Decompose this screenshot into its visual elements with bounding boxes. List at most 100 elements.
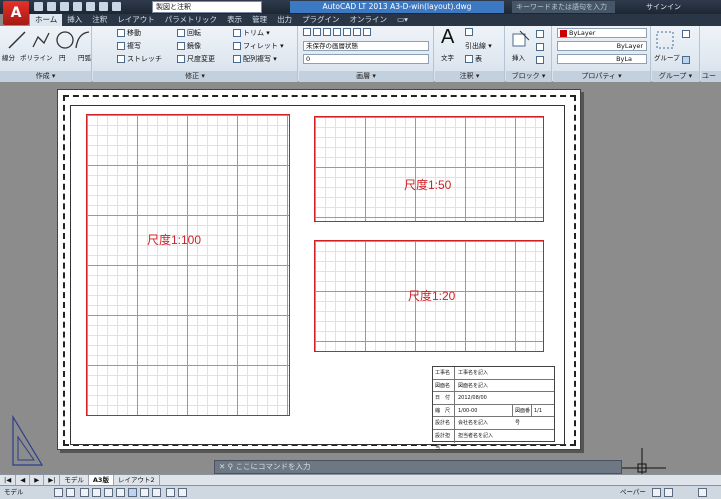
- group-select-icon[interactable]: [682, 56, 690, 64]
- dynamic-input-button[interactable]: [128, 488, 137, 497]
- dimension-button[interactable]: [465, 28, 475, 36]
- nav-first[interactable]: |◀: [0, 475, 17, 485]
- quick-properties-button[interactable]: [152, 488, 161, 497]
- viewport-1[interactable]: [86, 114, 290, 416]
- polyline-icon[interactable]: [30, 29, 52, 51]
- grid-display-button[interactable]: [66, 488, 75, 497]
- panel-title-modify[interactable]: 修正 ▾: [93, 71, 297, 82]
- new-icon[interactable]: [34, 2, 43, 11]
- tab-online[interactable]: オンライン: [345, 14, 393, 26]
- tab-parametric[interactable]: パラメトリック: [160, 14, 222, 26]
- arc-label: 円弧: [78, 54, 91, 62]
- table-button[interactable]: 表: [465, 54, 482, 64]
- undo-icon[interactable]: [99, 2, 108, 11]
- rotate-icon: [177, 29, 185, 37]
- search-icon[interactable]: ⚲: [228, 462, 236, 471]
- quick-view-drawings-button[interactable]: [664, 488, 673, 497]
- viewport-2[interactable]: [314, 116, 544, 222]
- polar-tracking-button[interactable]: [92, 488, 101, 497]
- workspace-settings-button[interactable]: [698, 488, 707, 497]
- ribbon-tabs: ホーム 挿入 注釈 レイアウト パラメトリック 表示 管理 出力 プラグイン オ…: [30, 14, 721, 26]
- tab-insert[interactable]: 挿入: [62, 14, 87, 26]
- copy-button[interactable]: 複写: [117, 41, 141, 51]
- group-icon[interactable]: [654, 29, 676, 51]
- edit-block-icon[interactable]: [536, 43, 544, 51]
- snap-mode-button[interactable]: [54, 488, 63, 497]
- layer-icon-2[interactable]: [313, 28, 321, 36]
- tab-output[interactable]: 出力: [272, 14, 297, 26]
- tab-view[interactable]: 表示: [222, 14, 247, 26]
- text-icon[interactable]: A: [441, 26, 454, 49]
- layer-icon-7[interactable]: [363, 28, 371, 36]
- command-input[interactable]: ここにコマンドを入力: [236, 462, 311, 471]
- paper-space-toggle[interactable]: ペーパー: [620, 486, 646, 499]
- create-block-icon[interactable]: [536, 30, 544, 38]
- close-icon[interactable]: ✕: [219, 462, 228, 471]
- command-line[interactable]: ✕ ⚲ ここにコマンドを入力: [214, 460, 622, 474]
- layer-icon-3[interactable]: [323, 28, 331, 36]
- lineweight-button[interactable]: [140, 488, 149, 497]
- panel-title-draw[interactable]: 作成 ▾: [0, 71, 91, 82]
- app-logo-button[interactable]: A: [3, 1, 29, 25]
- ortho-mode-button[interactable]: [80, 488, 89, 497]
- panel-title-block[interactable]: ブロック ▾: [506, 71, 551, 82]
- tab-plugins[interactable]: プラグイン: [297, 14, 345, 26]
- trim-icon: [233, 29, 241, 37]
- panel-title-groups[interactable]: グループ ▾: [652, 71, 699, 82]
- mirror-button[interactable]: 鏡像: [177, 41, 201, 51]
- linetype-dropdown[interactable]: ByLayer: [557, 41, 647, 51]
- tab-manage[interactable]: 管理: [247, 14, 272, 26]
- nav-last[interactable]: ▶|: [44, 475, 61, 485]
- layer-icon-4[interactable]: [333, 28, 341, 36]
- layer-state-dropdown[interactable]: 未保存の画層状態: [303, 41, 429, 51]
- leader-button[interactable]: 引出線 ▾: [465, 41, 492, 51]
- selection-cycling-button[interactable]: [166, 488, 175, 497]
- tab-home[interactable]: ホーム: [30, 14, 63, 26]
- tab-annotate[interactable]: 注釈: [87, 14, 112, 26]
- panel-title-layers[interactable]: 画層 ▾: [299, 71, 433, 82]
- quick-view-layouts-button[interactable]: [652, 488, 661, 497]
- layer-properties-icon[interactable]: [303, 28, 311, 36]
- tab-layout[interactable]: レイアウト: [112, 14, 160, 26]
- rotate-button[interactable]: 回転: [177, 28, 201, 38]
- panel-title-utilities[interactable]: ユーテ: [701, 71, 721, 91]
- current-layer-dropdown[interactable]: 0: [303, 54, 429, 64]
- tab-model[interactable]: モデル: [60, 475, 89, 485]
- color-dropdown[interactable]: ByLayer: [557, 28, 647, 38]
- search-input[interactable]: キーワードまたは語句を入力: [512, 1, 615, 13]
- panel-title-properties[interactable]: プロパティ ▾: [553, 71, 650, 82]
- array-button[interactable]: 配列複写 ▾: [233, 54, 277, 64]
- stretch-button[interactable]: ストレッチ: [117, 54, 162, 64]
- object-snap-button[interactable]: [104, 488, 113, 497]
- line-icon[interactable]: [6, 29, 28, 51]
- insert-block-icon[interactable]: [510, 29, 532, 51]
- nav-next[interactable]: ▶: [30, 475, 45, 485]
- layer-icon-6[interactable]: [353, 28, 361, 36]
- arc-icon[interactable]: [74, 29, 90, 51]
- open-icon[interactable]: [47, 2, 56, 11]
- object-snap-tracking-button[interactable]: [116, 488, 125, 497]
- fillet-button[interactable]: フィレット ▾: [233, 41, 284, 51]
- move-button[interactable]: 移動: [117, 28, 141, 38]
- circle-icon[interactable]: [54, 29, 76, 51]
- save-icon[interactable]: [60, 2, 69, 11]
- signin-button[interactable]: サインイン: [646, 2, 681, 12]
- tab-layout-a3[interactable]: A3版: [88, 475, 114, 485]
- lineweight-dropdown[interactable]: ByLa: [557, 54, 647, 64]
- panel-title-annotation[interactable]: 注釈 ▾: [435, 71, 504, 82]
- saveas-icon[interactable]: [73, 2, 82, 11]
- attribute-icon[interactable]: [536, 56, 544, 64]
- redo-icon[interactable]: [112, 2, 121, 11]
- status-bar: モデル ペーパー: [0, 485, 721, 499]
- ungroup-icon[interactable]: [682, 30, 690, 38]
- workspace-select[interactable]: 製図と注釈: [152, 1, 262, 13]
- nav-prev[interactable]: ◀: [16, 475, 31, 485]
- print-icon[interactable]: [86, 2, 95, 11]
- tab-layout-2[interactable]: レイアウト2: [114, 475, 160, 485]
- tab-extra[interactable]: ▭▾: [392, 14, 413, 26]
- text-label: 文字: [441, 54, 454, 62]
- layer-icon-5[interactable]: [343, 28, 351, 36]
- annotation-monitor-button[interactable]: [178, 488, 187, 497]
- scale-button[interactable]: 尺度変更: [177, 54, 215, 64]
- trim-button[interactable]: トリム ▾: [233, 28, 270, 38]
